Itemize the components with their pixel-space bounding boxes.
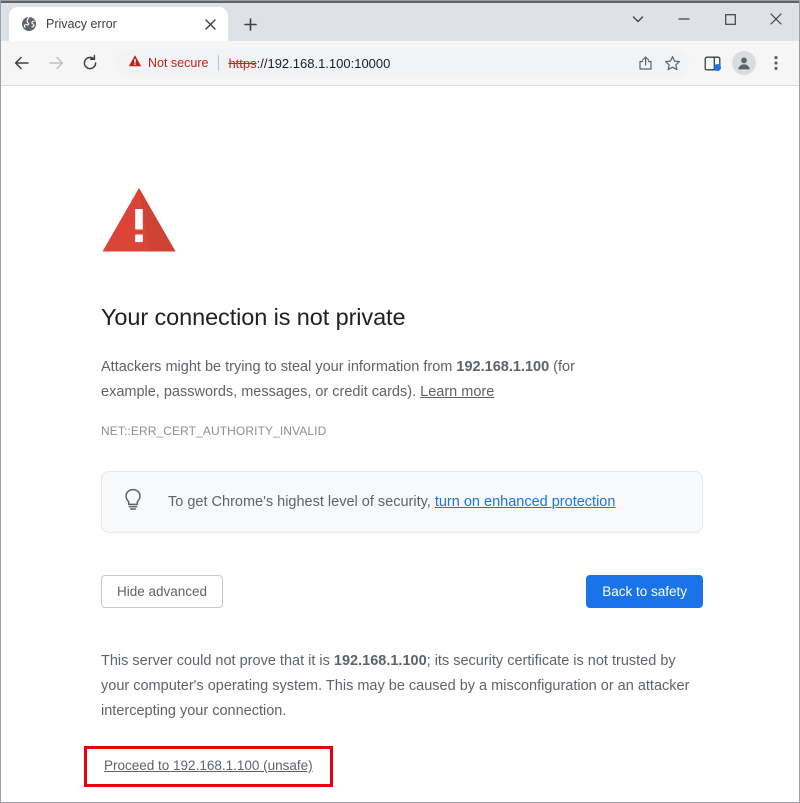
url-rest: ://192.168.1.100:10000 — [256, 55, 391, 71]
tab-title: Privacy error — [46, 17, 117, 31]
url-text: https://192.168.1.100:10000 — [228, 56, 633, 71]
learn-more-link[interactable]: Learn more — [420, 384, 494, 400]
ssl-interstitial: Your connection is not private Attackers… — [1, 86, 703, 787]
tab-close-icon[interactable] — [200, 14, 220, 34]
side-panel-badge-dot — [714, 64, 721, 71]
chevron-down-icon[interactable] — [615, 3, 661, 35]
callout-message: To get Chrome's highest level of securit… — [168, 494, 435, 510]
interstitial-buttons: Hide advanced Back to safety — [101, 575, 703, 608]
omnibox-actions — [633, 50, 685, 76]
three-dot-menu-icon[interactable] — [761, 48, 791, 78]
address-bar[interactable]: Not secure https://192.168.1.100:10000 — [115, 49, 689, 77]
maximize-icon[interactable] — [707, 3, 753, 35]
bookmark-star-icon[interactable] — [659, 50, 685, 76]
profile-avatar-icon[interactable] — [729, 48, 759, 78]
page-content: Your connection is not private Attackers… — [1, 86, 799, 802]
back-icon[interactable] — [7, 48, 37, 78]
advanced-prefix: This server could not prove that it is — [101, 653, 334, 669]
enhanced-protection-link[interactable]: turn on enhanced protection — [435, 494, 616, 510]
error-code: NET::ERR_CERT_AUTHORITY_INVALID — [101, 424, 327, 438]
tab-strip: Privacy error — [1, 1, 799, 41]
browser-tab[interactable]: Privacy error — [9, 7, 228, 41]
page-title: Your connection is not private — [101, 304, 406, 330]
omnibox-divider — [218, 55, 220, 71]
minimize-icon[interactable] — [661, 3, 707, 35]
advanced-host: 192.168.1.100 — [333, 653, 427, 669]
url-scheme: https — [228, 55, 257, 71]
browser-window: Privacy error Not secure https://192.168… — [0, 0, 800, 803]
side-panel-icon[interactable] — [697, 48, 727, 78]
security-status[interactable]: Not secure — [128, 54, 208, 73]
reload-icon[interactable] — [75, 48, 105, 78]
body-prefix: Attackers might be trying to steal your … — [101, 359, 457, 375]
hide-advanced-button[interactable]: Hide advanced — [101, 575, 224, 608]
callout-text: To get Chrome's highest level of securit… — [168, 491, 615, 513]
back-to-safety-button[interactable]: Back to safety — [586, 575, 703, 608]
body-host: 192.168.1.100 — [456, 359, 550, 375]
red-warning-triangle-icon — [101, 186, 621, 259]
avatar — [732, 51, 756, 75]
advanced-details: This server could not prove that it is 1… — [101, 649, 706, 724]
window-controls — [615, 3, 799, 35]
forward-icon — [41, 48, 71, 78]
enhanced-protection-callout: To get Chrome's highest level of securit… — [101, 471, 703, 533]
globe-icon — [21, 16, 37, 32]
share-icon[interactable] — [633, 50, 659, 76]
interstitial-body: Attackers might be trying to steal your … — [101, 355, 621, 405]
lightbulb-icon — [122, 488, 146, 517]
warning-triangle-icon — [128, 54, 142, 73]
proceed-highlight-box: Proceed to 192.168.1.100 (unsafe) — [84, 746, 333, 787]
browser-toolbar: Not secure https://192.168.1.100:10000 — [1, 41, 799, 86]
new-tab-button[interactable] — [236, 10, 264, 38]
close-icon[interactable] — [753, 3, 799, 35]
proceed-unsafe-link[interactable]: Proceed to 192.168.1.100 (unsafe) — [104, 758, 313, 773]
security-status-label: Not secure — [148, 56, 209, 70]
